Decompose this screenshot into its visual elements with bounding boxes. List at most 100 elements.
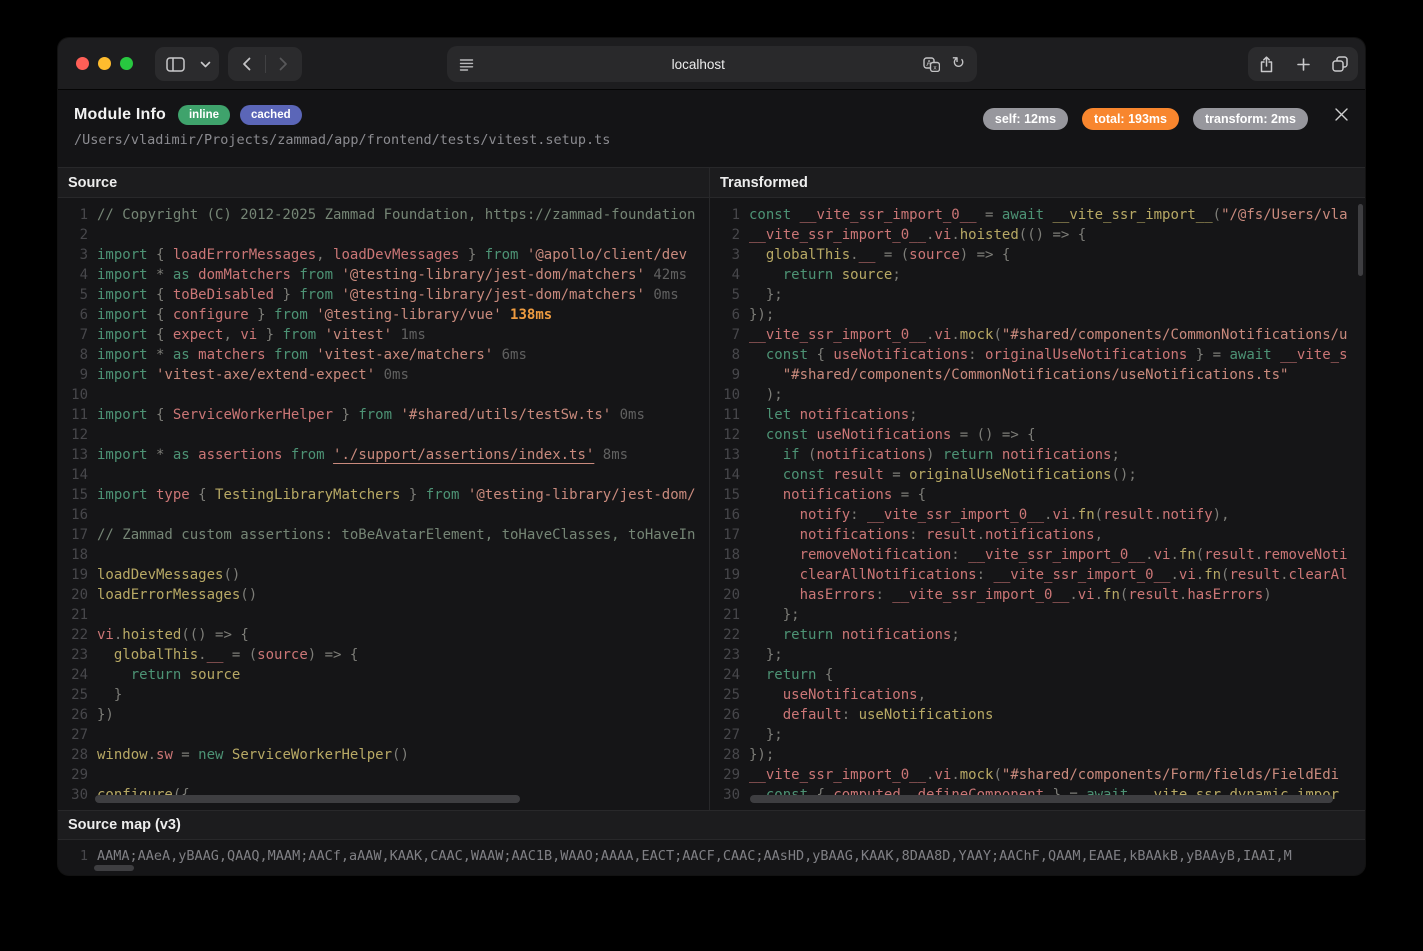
module-badges: inlinecached <box>178 105 302 125</box>
sourcemap-code: 1AAMA;AAeA,yBAAG,QAAQ,MAAM;AACf,aAAW,KAA… <box>58 846 1365 866</box>
code-token: '@testing-library/jest-dom/matchers' <box>341 267 644 283</box>
code-text <box>88 605 709 625</box>
code-text: import 'vitest-axe/extend-expect' 0ms <box>88 365 709 385</box>
code-token: ; <box>909 407 917 423</box>
code-token: = () => { <box>951 427 1035 443</box>
code-text: clearAllNotifications: __vite_ssr_import… <box>740 565 1365 585</box>
line-number: 24 <box>710 665 740 685</box>
code-token: toBeDisabled <box>173 287 274 303</box>
chevron-right-icon <box>279 57 288 71</box>
code-token: ) => { <box>960 247 1011 263</box>
back-button[interactable] <box>229 47 265 81</box>
code-text: default: useNotifications <box>740 705 1365 725</box>
code-token: } <box>274 287 299 303</box>
code-token: ; <box>951 627 959 643</box>
code-token: // Zammad custom assertions: toBeAvatarE… <box>97 527 695 543</box>
module-link[interactable]: './support/assertions/index.ts' <box>333 447 594 463</box>
code-token: from <box>282 327 316 343</box>
sourcemap-horizontal-scrollbar[interactable] <box>94 865 134 871</box>
address-bar[interactable]: localhost A x ↻ <box>447 46 977 82</box>
transformed-vertical-scrollbar[interactable] <box>1358 204 1363 276</box>
code-token: loadDevMessages <box>97 567 223 583</box>
code-text: }; <box>740 645 1365 665</box>
timing-badges: self: 12mstotal: 193mstransform: 2ms <box>983 108 1308 130</box>
code-token: const <box>749 347 808 363</box>
transformed-horizontal-scrollbar[interactable] <box>750 795 1333 803</box>
new-tab-button[interactable] <box>1285 47 1321 81</box>
line-number: 19 <box>710 565 740 585</box>
code-token: notifications <box>749 527 909 543</box>
tab-overview-button[interactable] <box>1321 47 1358 81</box>
code-token: sw <box>156 747 173 763</box>
transformed-panel-title: Transformed <box>710 168 1365 198</box>
code-text <box>88 465 709 485</box>
code-token: , <box>316 247 333 263</box>
module-info-left: Module Info inlinecached /Users/vladimir… <box>74 105 983 148</box>
code-line: 17 notifications: result.notifications, <box>710 525 1365 545</box>
code-token <box>749 247 766 263</box>
code-token: { <box>148 327 173 343</box>
code-token <box>316 327 324 343</box>
code-token: } <box>333 407 358 423</box>
code-token: : <box>842 707 859 723</box>
code-token: ( <box>1213 207 1221 223</box>
code-token: { <box>148 287 173 303</box>
code-token: }) <box>97 707 114 723</box>
code-token: from <box>274 307 308 323</box>
code-line: 11import { ServiceWorkerHelper } from '#… <box>58 405 709 425</box>
toggle-sidebar-button[interactable] <box>157 47 193 81</box>
share-button[interactable] <box>1248 47 1285 81</box>
code-token: vi <box>934 767 951 783</box>
code-line: 27 <box>58 725 709 745</box>
forward-button[interactable] <box>266 47 302 81</box>
code-token: . <box>1069 587 1077 603</box>
code-token: domMatchers <box>190 267 291 283</box>
line-number: 16 <box>710 505 740 525</box>
minimize-window-button[interactable] <box>98 57 111 70</box>
transformed-code: 1const __vite_ssr_import_0__ = await __v… <box>710 198 1365 810</box>
code-text: AAMA;AAeA,yBAAG,QAAQ,MAAM;AACf,aAAW,KAAK… <box>88 846 1365 866</box>
close-module-button[interactable] <box>1334 107 1349 122</box>
code-token: const <box>749 427 808 443</box>
code-token: type <box>148 487 190 503</box>
code-token: result <box>825 467 884 483</box>
reload-icon[interactable]: ↻ <box>952 56 965 72</box>
code-token: __vite_ssr_import_0__ <box>993 567 1170 583</box>
code-token: from <box>426 487 460 503</box>
translate-icon[interactable]: A x <box>923 57 940 72</box>
code-token: from <box>291 447 325 463</box>
code-text: import * as assertions from './support/a… <box>88 445 709 465</box>
code-line: 1AAMA;AAeA,yBAAG,QAAQ,MAAM;AACf,aAAW,KAA… <box>58 846 1365 866</box>
reader-icon[interactable] <box>459 58 474 71</box>
close-window-button[interactable] <box>76 57 89 70</box>
browser-window: localhost A x ↻ <box>58 38 1365 875</box>
transformed-panel: Transformed 1const __vite_ssr_import_0__… <box>710 168 1365 810</box>
code-token: . <box>1255 547 1263 563</box>
code-text: // Copyright (C) 2012-2025 Zammad Founda… <box>88 205 709 225</box>
code-token: __vite_ssr_import_0__ <box>968 547 1145 563</box>
source-horizontal-scrollbar[interactable] <box>95 795 520 803</box>
code-line: 13 if (notifications) return notificatio… <box>710 445 1365 465</box>
code-token: : <box>977 567 994 583</box>
code-token: notifications <box>833 627 951 643</box>
code-token: . <box>1154 507 1162 523</box>
sidebar-menu-button[interactable] <box>193 47 217 81</box>
code-token: . <box>1170 547 1178 563</box>
line-number: 21 <box>58 605 88 625</box>
url-text[interactable]: localhost <box>474 57 923 72</box>
code-line: 26}) <box>58 705 709 725</box>
status-badge: total: 193ms <box>1082 108 1179 130</box>
line-number: 5 <box>58 285 88 305</box>
line-number: 7 <box>710 325 740 345</box>
code-line: 27 }; <box>710 725 1365 745</box>
code-token: (); <box>1111 467 1136 483</box>
code-token: __ <box>207 647 224 663</box>
code-token: import <box>97 327 148 343</box>
code-panels: Source 1// Copyright (C) 2012-2025 Zamma… <box>58 168 1365 810</box>
line-number: 28 <box>58 745 88 765</box>
code-line: 12 const useNotifications = () => { <box>710 425 1365 445</box>
zoom-window-button[interactable] <box>120 57 133 70</box>
code-token: fn <box>1204 567 1221 583</box>
code-token: vi <box>97 627 114 643</box>
code-token: = <box>977 207 1002 223</box>
